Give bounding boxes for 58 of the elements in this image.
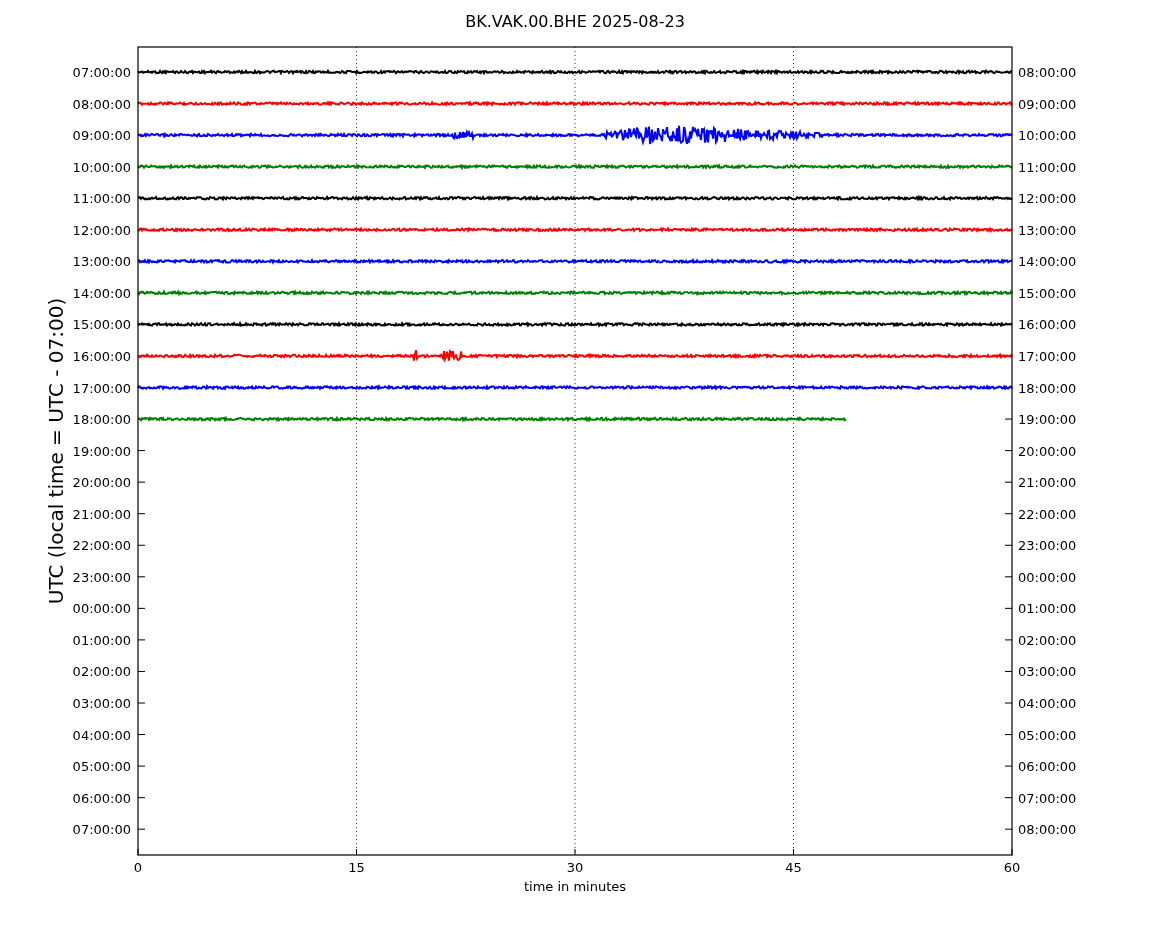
y-tick-label: 17:00:00 [72,380,131,396]
y-tick-label: 02:00:00 [72,664,131,680]
y-tick-label: 12:00:00 [72,222,131,238]
y-axis-label: UTC (local time = UTC - 07:00) [44,297,68,605]
y-tick-label: 16:00:00 [72,348,131,364]
y-tick-label: 06:00:00 [1018,759,1077,775]
x-tick-label: 15 [348,860,365,875]
y-tick-label: 06:00:00 [72,790,131,806]
y-tick-label: 11:00:00 [72,191,131,207]
y-tick-label: 09:00:00 [72,128,131,144]
y-tick-label: 02:00:00 [1018,632,1077,648]
y-tick-label: 18:00:00 [1018,380,1077,396]
x-tick-label: 45 [785,860,802,875]
y-tick-label: 19:00:00 [1018,412,1077,428]
y-tick-label: 10:00:00 [1018,128,1077,144]
y-tick-label: 23:00:00 [1018,538,1077,554]
x-tick-label: 30 [566,860,584,875]
y-tick-label: 13:00:00 [72,254,131,270]
y-tick-label: 04:00:00 [1018,696,1077,711]
y-tick-label: 00:00:00 [1018,569,1077,585]
y-tick-label: 20:00:00 [1018,443,1077,459]
y-tick-label: 07:00:00 [72,822,131,838]
y-tick-label: 05:00:00 [1018,727,1077,743]
y-tick-label: 11:00:00 [1018,159,1077,175]
y-tick-label: 01:00:00 [72,632,131,648]
x-axis-label: time in minutes [523,879,627,894]
y-tick-label: 07:00:00 [72,65,131,80]
y-tick-label: 16:00:00 [1018,317,1077,333]
x-tick-label: 0 [133,860,143,875]
x-tick-label: 60 [1003,860,1021,875]
y-tick-label: 17:00:00 [1018,348,1077,364]
y-tick-label: 04:00:00 [72,727,131,743]
y-tick-label: 03:00:00 [72,696,131,711]
y-tick-label: 22:00:00 [1018,506,1077,522]
y-tick-label: 20:00:00 [72,475,131,491]
y-tick-label: 23:00:00 [72,569,131,585]
y-tick-label: 08:00:00 [72,96,131,112]
y-tick-label: 08:00:00 [1018,822,1077,838]
y-tick-label: 01:00:00 [1018,601,1077,617]
y-tick-label: 21:00:00 [1018,475,1077,491]
y-tick-label: 07:00:00 [1018,790,1077,806]
y-tick-label: 12:00:00 [1018,191,1077,207]
y-tick-label: 21:00:00 [72,506,131,522]
y-tick-label: 14:00:00 [1018,254,1077,270]
y-tick-label: 10:00:00 [72,159,131,175]
y-tick-label: 13:00:00 [1018,222,1077,238]
y-tick-label: 18:00:00 [72,412,131,428]
y-tick-label: 14:00:00 [72,285,131,301]
y-tick-label: 15:00:00 [72,317,131,333]
y-tick-label: 05:00:00 [72,759,131,775]
y-tick-label: 15:00:00 [1018,285,1077,301]
y-tick-label: 03:00:00 [1018,664,1077,680]
y-tick-label: 19:00:00 [72,443,131,459]
y-tick-label: 09:00:00 [1018,96,1077,112]
chart-title: BK.VAK.00.BHE 2025-08-23 [465,12,685,31]
y-tick-label: 08:00:00 [1018,65,1077,80]
y-tick-label: 00:00:00 [72,601,131,617]
y-tick-label: 22:00:00 [72,538,131,554]
